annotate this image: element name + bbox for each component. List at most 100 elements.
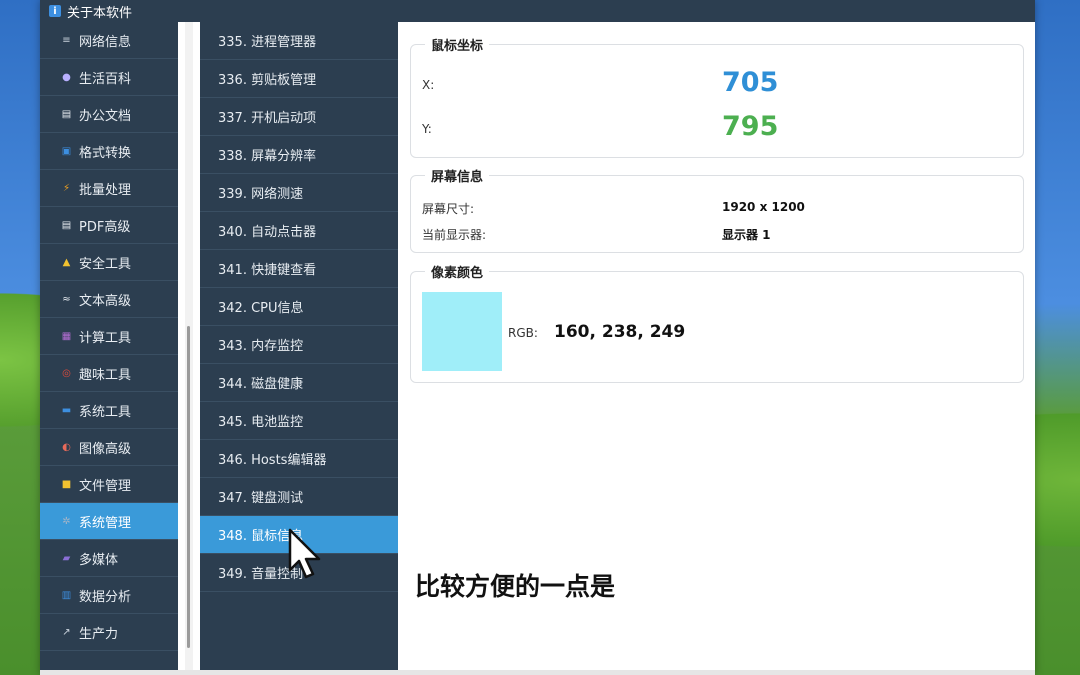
- sidebar-item-11[interactable]: ◐ 图像高级: [40, 429, 178, 466]
- tool-item-label: 342. CPU信息: [218, 301, 304, 316]
- x-label: X:: [422, 78, 435, 92]
- tool-item-1[interactable]: 336. 剪贴板管理: [200, 60, 398, 98]
- document-icon: ▤: [61, 108, 72, 120]
- tool-item-11[interactable]: 346. Hosts编辑器: [200, 440, 398, 478]
- tool-item-label: 343. 内存监控: [218, 339, 304, 354]
- video-caption: 比较方便的一点是: [415, 572, 616, 601]
- chart-icon: ▥: [61, 589, 72, 601]
- sidebar-item-label: 格式转换: [79, 145, 132, 161]
- sidebar-item-5[interactable]: ▤ PDF高级: [40, 207, 178, 244]
- tool-item-7[interactable]: 342. CPU信息: [200, 288, 398, 326]
- sidebar-item-label: 计算工具: [79, 330, 132, 346]
- mouse-cursor-icon: [288, 528, 321, 579]
- sidebar-item-label: 数据分析: [79, 589, 132, 605]
- tool-item-5[interactable]: 340. 自动点击器: [200, 212, 398, 250]
- sidebar-item-label: 安全工具: [79, 256, 132, 272]
- sidebar-item-2[interactable]: ▤ 办公文档: [40, 96, 178, 133]
- sidebar-item-16[interactable]: ↗ 生产力: [40, 614, 178, 651]
- network-icon: ≡: [62, 34, 71, 46]
- pixel-color-group: 像素颜色 RGB: 160, 238, 249: [410, 262, 1024, 383]
- tool-item-12[interactable]: 347. 键盘测试: [200, 478, 398, 516]
- sidebar-item-label: 文本高级: [79, 293, 132, 309]
- sidebar-item-label: 多媒体: [79, 552, 119, 568]
- rgb-value: 160, 238, 249: [554, 322, 686, 342]
- sidebar-item-14[interactable]: ▰ 多媒体: [40, 540, 178, 577]
- tool-item-label: 344. 磁盘健康: [218, 377, 304, 392]
- tool-item-9[interactable]: 344. 磁盘健康: [200, 364, 398, 402]
- tool-item-label: 345. 电池监控: [218, 415, 304, 430]
- gear-icon: ✲: [62, 515, 71, 527]
- tool-item-8[interactable]: 343. 内存监控: [200, 326, 398, 364]
- sidebar-item-10[interactable]: ▬ 系统工具: [40, 392, 178, 429]
- mouse-coordinates-title: 鼠标坐标: [425, 35, 490, 54]
- sidebar-item-label: 趣味工具: [79, 367, 132, 383]
- tool-item-10[interactable]: 345. 电池监控: [200, 402, 398, 440]
- sidebar-item-label: PDF高级: [79, 219, 131, 235]
- screen-size-value: 1920 x 1200: [722, 200, 805, 214]
- scrollbar-thumb[interactable]: [187, 326, 190, 648]
- rgb-label: RGB:: [508, 326, 538, 340]
- pdf-icon: ▤: [61, 219, 72, 231]
- y-value: 795: [722, 111, 779, 142]
- sidebar-item-label: 系统管理: [79, 515, 132, 531]
- clapper-icon: ▰: [62, 552, 71, 564]
- sidebar-item-label: 生产力: [79, 626, 119, 642]
- screen-info-group: 屏幕信息 屏幕尺寸: 1920 x 1200 当前显示器: 显示器 1: [410, 166, 1024, 253]
- sidebar-item-label: 文件管理: [79, 478, 132, 494]
- text-icon: ≈: [62, 293, 71, 305]
- sidebar-item-3[interactable]: ▣ 格式转换: [40, 133, 178, 170]
- sidebar-item-7[interactable]: ≈ 文本高级: [40, 281, 178, 318]
- tool-item-6[interactable]: 341. 快捷键查看: [200, 250, 398, 288]
- lightning-icon: ⚡: [62, 182, 71, 194]
- x-value: 705: [722, 67, 779, 98]
- sidebar-item-4[interactable]: ⚡ 批量处理: [40, 170, 178, 207]
- tool-item-label: 340. 自动点击器: [218, 225, 317, 240]
- screen-size-label: 屏幕尺寸:: [422, 202, 475, 216]
- display-label: 当前显示器:: [422, 228, 487, 242]
- display-value: 显示器 1: [722, 228, 771, 242]
- target-icon: ◎: [62, 367, 71, 379]
- tool-item-2[interactable]: 337. 开机启动项: [200, 98, 398, 136]
- sidebar-item-6[interactable]: ▲ 安全工具: [40, 244, 178, 281]
- trend-icon: ↗: [62, 626, 71, 638]
- tool-item-label: 341. 快捷键查看: [218, 263, 317, 278]
- info-icon: i: [49, 5, 61, 17]
- sidebar-item-label: 生活百科: [79, 71, 132, 87]
- sidebar-item-8[interactable]: ▦ 计算工具: [40, 318, 178, 355]
- monitor-icon: ▬: [61, 404, 72, 416]
- tool-item-3[interactable]: 338. 屏幕分辨率: [200, 136, 398, 174]
- color-swatch: [422, 292, 502, 371]
- tool-item-label: 347. 键盘测试: [218, 491, 304, 506]
- sidebar-item-label: 办公文档: [79, 108, 132, 124]
- sidebar-item-13[interactable]: ✲ 系统管理: [40, 503, 178, 540]
- sidebar-item-0[interactable]: ≡ 网络信息: [40, 22, 178, 59]
- lock-icon: ▲: [62, 256, 71, 268]
- sidebar-item-label: 图像高级: [79, 441, 132, 457]
- calculator-icon: ▦: [61, 330, 72, 342]
- folder-icon: ■: [61, 478, 72, 490]
- screen-info-title: 屏幕信息: [425, 166, 490, 185]
- sidebar-item-label: 系统工具: [79, 404, 132, 420]
- tool-item-4[interactable]: 339. 网络测速: [200, 174, 398, 212]
- tool-item-label: 338. 屏幕分辨率: [218, 149, 317, 164]
- window-title: 关于本软件: [67, 5, 133, 21]
- planet-icon: ●: [62, 71, 71, 83]
- tool-item-label: 337. 开机启动项: [218, 111, 317, 126]
- sidebar-item-label: 批量处理: [79, 182, 132, 198]
- tool-item-label: 346. Hosts编辑器: [218, 453, 327, 468]
- sidebar-item-1[interactable]: ● 生活百科: [40, 59, 178, 96]
- sidebar-item-15[interactable]: ▥ 数据分析: [40, 577, 178, 614]
- convert-icon: ▣: [61, 145, 72, 157]
- tool-item-label: 336. 剪贴板管理: [218, 73, 317, 88]
- y-label: Y:: [422, 122, 432, 136]
- category-sidebar: ≡ 网络信息 ● 生活百科 ▤ 办公文档 ▣ 格式转换 ⚡ 批量处理 ▤ PDF高级 ▲ 安全工具 ≈ 文本高…: [40, 22, 178, 670]
- mouse-coordinates-group: 鼠标坐标 X: 705 Y: 795: [410, 35, 1024, 158]
- sidebar-item-9[interactable]: ◎ 趣味工具: [40, 355, 178, 392]
- title-bar: i 关于本软件: [40, 0, 1035, 22]
- sidebar-item-12[interactable]: ■ 文件管理: [40, 466, 178, 503]
- sidebar-item-label: 网络信息: [79, 34, 132, 50]
- app-window: i 关于本软件 ≡ 网络信息 ● 生活百科 ▤ 办公文档 ▣ 格式转换 ⚡ 批量处理 ▤ PDF高级 ▲…: [40, 0, 1035, 675]
- palette-icon: ◐: [62, 441, 71, 453]
- tool-item-label: 339. 网络测速: [218, 187, 304, 202]
- tool-item-0[interactable]: 335. 进程管理器: [200, 22, 398, 60]
